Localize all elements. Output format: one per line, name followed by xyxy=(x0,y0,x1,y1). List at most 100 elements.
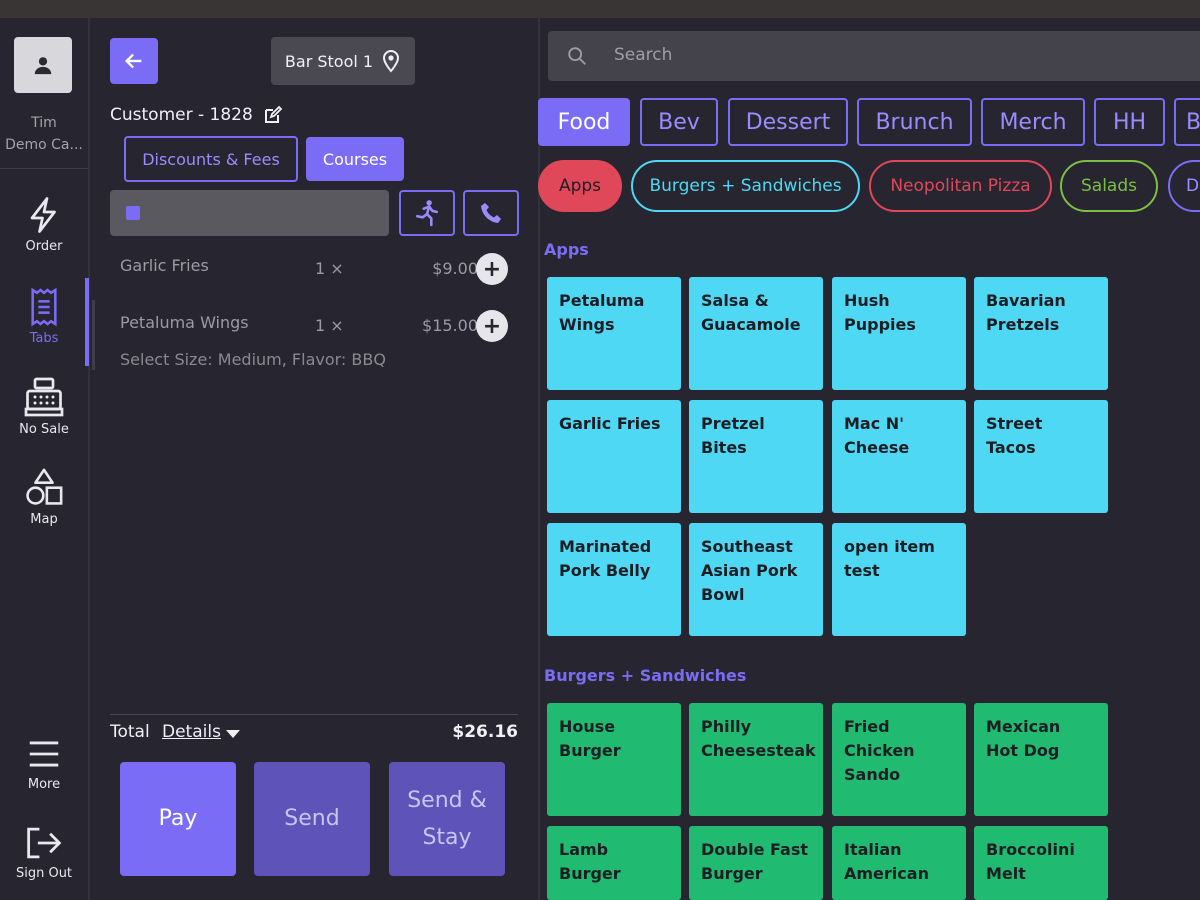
menu-item-tile[interactable]: Broccolini Melt xyxy=(974,826,1108,900)
user-icon xyxy=(34,57,52,75)
section-title-burgers-sandwiches: Burgers + Sandwiches xyxy=(544,666,747,685)
menu-item-tile[interactable]: Marinated Pork Belly xyxy=(547,523,681,636)
menu-item-tile[interactable]: Bavarian Pretzels xyxy=(974,277,1108,390)
menu-item-tile[interactable]: Lamb Burger xyxy=(547,826,681,900)
order-line-name[interactable]: Garlic Fries xyxy=(120,256,209,275)
menu-item-tile[interactable]: Fried Chicken Sando xyxy=(832,703,966,816)
order-line-name[interactable]: Petaluma Wings xyxy=(120,313,249,332)
tab-hh[interactable]: HH xyxy=(1094,98,1165,146)
pay-button[interactable]: Pay xyxy=(120,762,236,876)
tab-dessert[interactable]: Dessert xyxy=(728,98,848,146)
back-button[interactable] xyxy=(110,38,158,84)
tab-brunch[interactable]: Brunch xyxy=(857,98,972,146)
menu-item-tile[interactable]: House Burger xyxy=(547,703,681,816)
send-and-stay-button[interactable]: Send & Stay xyxy=(389,762,505,876)
section-title-apps: Apps xyxy=(544,240,589,259)
menu-item-tile[interactable]: Garlic Fries xyxy=(547,400,681,513)
add-quantity-button[interactable]: + xyxy=(476,310,508,342)
menu-item-tile[interactable]: open item test xyxy=(832,523,966,636)
nav-item-label: Tabs xyxy=(29,331,59,346)
add-quantity-button[interactable]: + xyxy=(476,253,508,285)
nav-item-map[interactable]: Map xyxy=(0,466,88,527)
shapes-icon xyxy=(26,468,63,505)
search-input[interactable]: Search xyxy=(548,31,1200,81)
search-icon xyxy=(568,47,586,65)
menu-item-tile[interactable]: Petaluma Wings xyxy=(547,277,681,390)
plus-icon: + xyxy=(482,256,502,282)
courses-button[interactable]: Courses xyxy=(306,137,404,181)
nav-item-label: Order xyxy=(25,239,63,254)
customer-header: Customer - 1828 xyxy=(110,105,283,125)
menu-item-tile[interactable]: Salsa & Guacamole xyxy=(689,277,823,390)
running-person-icon xyxy=(416,200,438,227)
category-d[interactable]: D xyxy=(1168,160,1200,212)
plus-icon: + xyxy=(482,313,502,339)
menu-item-tile[interactable]: Mac N' Cheese xyxy=(832,400,966,513)
user-name: Tim xyxy=(31,115,57,131)
menu-item-tile[interactable]: Hush Puppies xyxy=(832,277,966,390)
nav-item-label: Map xyxy=(30,512,58,527)
order-line-qty: 1 × xyxy=(315,259,344,278)
category-salads[interactable]: Salads xyxy=(1060,160,1158,212)
menu-item-tile[interactable]: Pretzel Bites xyxy=(689,400,823,513)
nav-item-no-sale[interactable]: No Sale xyxy=(0,376,88,437)
caret-down-icon[interactable] xyxy=(226,730,240,738)
order-line-price: $9.00 xyxy=(432,259,478,278)
menu-item-tile[interactable]: Street Tacos xyxy=(974,400,1108,513)
menu-item-tile[interactable]: Italian American xyxy=(832,826,966,900)
nav-item-label: No Sale xyxy=(19,422,69,437)
selected-line-indicator xyxy=(92,300,95,370)
avatar[interactable] xyxy=(14,37,72,93)
tab-bev[interactable]: Bev xyxy=(640,98,718,146)
lightning-icon xyxy=(30,197,56,233)
nav-item-label: More xyxy=(27,777,61,792)
menu-item-tile[interactable]: Southeast Asian Pork Bowl xyxy=(689,523,823,636)
table-select-button[interactable]: Bar Stool 1 xyxy=(271,37,415,85)
table-label: Bar Stool 1 xyxy=(284,51,374,71)
order-note-field[interactable] xyxy=(110,190,389,236)
menu-item-tile[interactable]: Philly Cheesesteak xyxy=(689,703,823,816)
order-line-modifiers: Select Size: Medium, Flavor: BBQ xyxy=(120,350,386,369)
nav-item-sign-out[interactable]: Sign Out xyxy=(0,824,88,881)
tab-merch[interactable]: Merch xyxy=(981,98,1085,146)
phone-button[interactable] xyxy=(463,190,519,236)
nav-item-tabs[interactable]: Tabs xyxy=(0,287,88,346)
category-apps[interactable]: Apps xyxy=(538,160,622,212)
cash-register-icon xyxy=(24,377,64,417)
nav-item-label: Sign Out xyxy=(15,866,73,881)
tab-b[interactable]: B xyxy=(1174,98,1200,146)
category-burgers-sandwiches[interactable]: Burgers + Sandwiches xyxy=(631,160,860,212)
search-placeholder: Search xyxy=(614,45,673,65)
hamburger-menu-icon xyxy=(29,741,59,767)
sign-out-icon xyxy=(27,827,62,859)
tab-food[interactable]: Food xyxy=(538,98,630,146)
location-pin-icon xyxy=(383,49,400,73)
nav-item-order[interactable]: Order xyxy=(0,195,88,254)
send-and-stay-label: Send & Stay xyxy=(407,787,487,850)
details-toggle[interactable]: Details xyxy=(162,722,221,742)
receipt-icon xyxy=(31,287,57,327)
to-go-button[interactable] xyxy=(399,190,455,236)
total-label: Total xyxy=(110,722,150,742)
menu-item-tile[interactable]: Mexican Hot Dog xyxy=(974,703,1108,816)
user-org: Demo Ca... xyxy=(5,137,83,153)
send-button[interactable]: Send xyxy=(254,762,370,876)
nav-item-more[interactable]: More xyxy=(0,735,88,792)
active-nav-indicator xyxy=(85,278,89,366)
total-value: $26.16 xyxy=(452,722,518,742)
edit-icon[interactable] xyxy=(263,105,283,125)
category-neopolitan-pizza[interactable]: Neopolitan Pizza xyxy=(869,160,1052,212)
arrow-left-icon xyxy=(124,53,142,69)
note-marker xyxy=(126,206,140,220)
order-line-qty: 1 × xyxy=(315,316,344,335)
menu-item-tile[interactable]: Double Fast Burger xyxy=(689,826,823,900)
total-divider xyxy=(110,714,518,715)
category-chips: Apps Burgers + Sandwiches Neopolitan Piz… xyxy=(538,160,1200,212)
nav-divider xyxy=(0,168,88,169)
phone-icon xyxy=(481,203,501,223)
window-top-bar xyxy=(0,0,1200,18)
customer-label: Customer - 1828 xyxy=(110,105,253,125)
menu-tabs: Food Bev Dessert Brunch Merch HH B xyxy=(538,98,1200,148)
discounts-fees-button[interactable]: Discounts & Fees xyxy=(124,136,298,182)
order-line-price: $15.00 xyxy=(422,316,478,335)
